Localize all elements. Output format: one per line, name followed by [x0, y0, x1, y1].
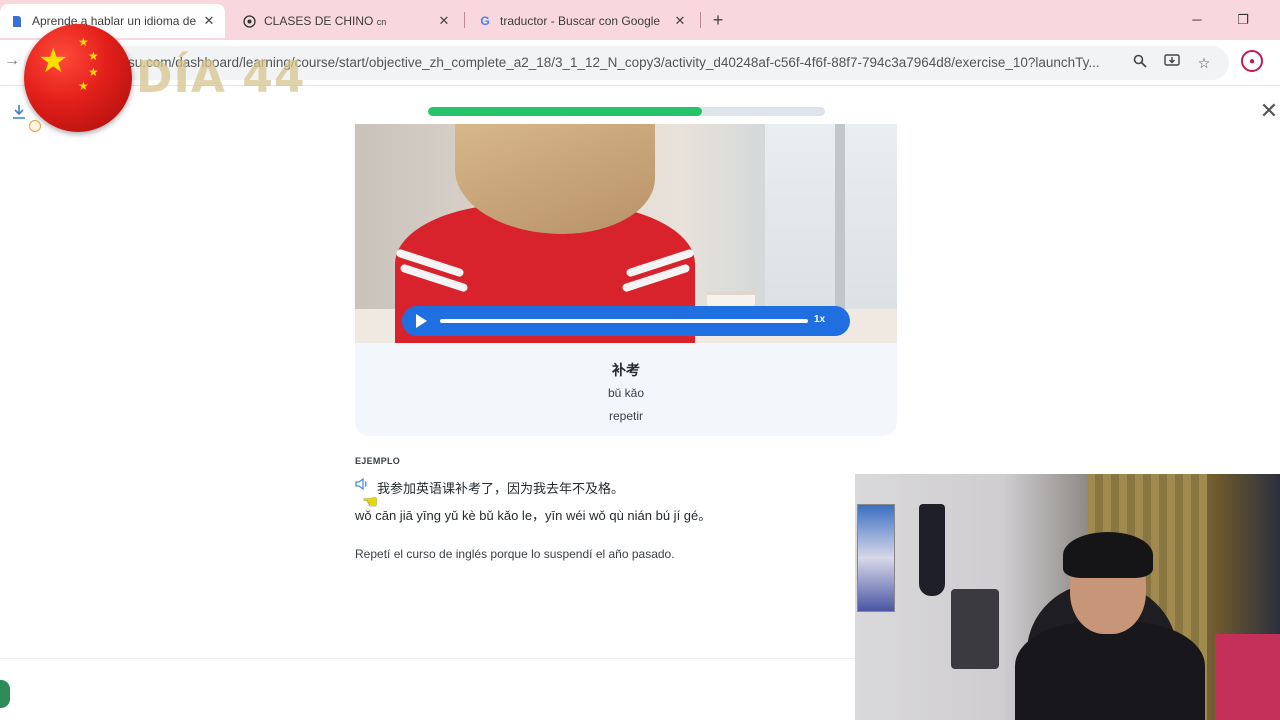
- minimize-icon[interactable]: ─: [1182, 8, 1212, 32]
- audio-seek-bar[interactable]: [440, 319, 808, 323]
- example-translation: Repetí el curso de inglés porque lo susp…: [355, 547, 675, 561]
- tab-clases-chino[interactable]: CLASES DE CHINO cn ✕: [232, 4, 460, 38]
- webcam-overlay: [855, 474, 1280, 720]
- star-icon: ★: [88, 65, 99, 79]
- close-tab-icon[interactable]: ✕: [199, 13, 219, 29]
- tab-busuu[interactable]: Aprende a hablar un idioma de ✕: [0, 4, 225, 38]
- speaker-icon[interactable]: [355, 477, 369, 493]
- hand-cursor-icon: ☚: [362, 492, 379, 512]
- lesson-progress-fill: [428, 107, 702, 116]
- zoom-icon[interactable]: [1129, 52, 1151, 74]
- busuu-favicon-icon: [10, 14, 24, 28]
- tab-title: CLASES DE CHINO cn: [264, 14, 387, 28]
- vocabulary-card: 1x 补考 bǔ kǎo repetir: [355, 124, 897, 436]
- new-tab-icon[interactable]: +: [708, 8, 728, 32]
- example-hanzi: 我参加英语课补考了，因为我去年不及格。: [377, 482, 625, 497]
- day-counter-label: DÍA 44: [136, 52, 306, 103]
- word-pinyin: bǔ kǎo: [607, 386, 645, 400]
- word-hanzi: 补考: [612, 363, 640, 379]
- forward-arrow-icon[interactable]: →: [4, 52, 20, 70]
- tab-title: Aprende a hablar un idioma de: [32, 14, 197, 28]
- playback-speed-button[interactable]: 1x: [814, 314, 825, 325]
- google-favicon-icon: G: [480, 14, 490, 28]
- close-tab-icon[interactable]: ✕: [434, 13, 454, 29]
- jersey-poster: [919, 504, 945, 596]
- word-translation: repetir: [608, 409, 643, 423]
- play-icon[interactable]: [416, 314, 427, 328]
- star-icon: ★: [78, 79, 89, 93]
- download-icon[interactable]: [12, 104, 26, 123]
- tab-google-translate[interactable]: G traductor - Buscar con Google ✕: [468, 4, 696, 38]
- install-app-icon[interactable]: [1161, 52, 1183, 74]
- star-icon: ★: [38, 42, 69, 80]
- restore-icon[interactable]: ❐: [1228, 8, 1258, 32]
- example-pinyin: wǒ cān jiā yīng yǔ kè bǔ kǎo le，yīn wéi …: [355, 508, 712, 523]
- star-icon: ★: [78, 35, 89, 49]
- china-flag-logo: ★ ★ ★ ★ ★: [24, 24, 132, 132]
- footer-divider: [0, 658, 855, 659]
- example-label: EJEMPLO: [355, 456, 401, 466]
- bookmark-star-icon[interactable]: ☆: [1193, 52, 1215, 74]
- extension-badge-icon[interactable]: [29, 120, 41, 132]
- close-tab-icon[interactable]: ✕: [670, 13, 690, 29]
- openai-favicon-icon: [242, 14, 256, 28]
- tab-strip: Aprende a hablar un idioma de ✕ CLASES D…: [0, 0, 1280, 40]
- tab-title: traductor - Buscar con Google: [500, 14, 661, 28]
- chat-bubble-icon[interactable]: [0, 680, 10, 708]
- tab-separator: [464, 12, 465, 28]
- profile-avatar-icon[interactable]: ●: [1241, 50, 1263, 72]
- star-icon: ★: [88, 49, 99, 63]
- wall-poster: [857, 504, 895, 612]
- lesson-progress-bar: [428, 107, 825, 116]
- tab-separator: [700, 12, 701, 28]
- audio-player[interactable]: 1x: [402, 306, 850, 336]
- close-lesson-icon[interactable]: ✕: [1258, 100, 1280, 122]
